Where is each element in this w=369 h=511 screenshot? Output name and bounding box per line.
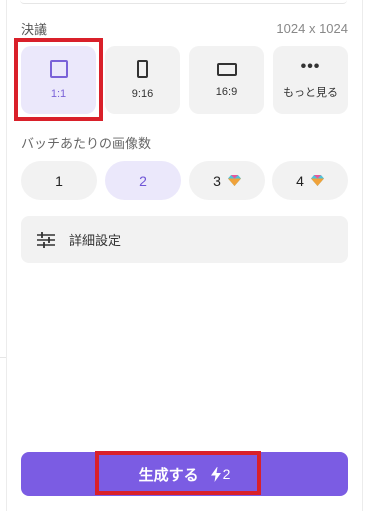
resolution-value: 1024 x 1024 [276,20,348,36]
batch-count-label-text: 1 [55,172,63,189]
advanced-settings-label: 詳細設定 [69,233,122,248]
aspect-ratio-label: 1:1 [50,88,67,100]
square-icon [49,60,68,78]
aspect-ratio-9-16-button[interactable]: 9:16 [105,46,180,114]
batch-count-label: バッチあたりの画像数 [21,136,152,151]
portrait-rect-icon [137,60,148,78]
landscape-rect-icon [216,62,237,76]
generate-label: 生成する [138,466,199,484]
top-divider [20,0,347,4]
divider [0,357,6,358]
aspect-ratio-label: 9:16 [131,88,154,100]
advanced-settings-button[interactable]: 詳細設定 [21,216,348,263]
batch-count-1-button[interactable]: 1 [21,161,97,200]
batch-count-label-text: 3 [213,172,221,189]
sliders-icon [37,231,55,248]
gem-icon [310,175,324,186]
aspect-ratio-label: もっと見る [283,87,338,99]
batch-count-label-text: 4 [296,172,304,189]
batch-count-4-button[interactable]: 4 [272,161,348,200]
aspect-ratio-1-1-button[interactable]: 1:1 [21,46,96,114]
more-dots-icon: ••• [300,58,321,75]
resolution-section-label: 決議 [21,21,48,37]
resolution-header: 決議 1024 x 1024 [21,19,348,37]
aspect-ratio-label: 16:9 [215,85,238,98]
aspect-ratio-16-9-button[interactable]: 16:9 [189,46,264,114]
generate-button[interactable]: 生成する 2 [21,452,348,496]
batch-count-options: 1 2 3 4 [21,161,348,200]
credit-cost: 2 [222,466,231,482]
aspect-ratio-options: 1:1 9:16 16:9 ••• もっと見る [21,46,348,114]
aspect-ratio-more-button[interactable]: ••• もっと見る [273,46,348,114]
batch-count-2-button[interactable]: 2 [105,161,181,200]
gem-icon [227,175,241,186]
batch-count-3-button[interactable]: 3 [189,161,265,200]
batch-count-label-text: 2 [139,172,147,189]
bolt-icon [210,466,221,482]
